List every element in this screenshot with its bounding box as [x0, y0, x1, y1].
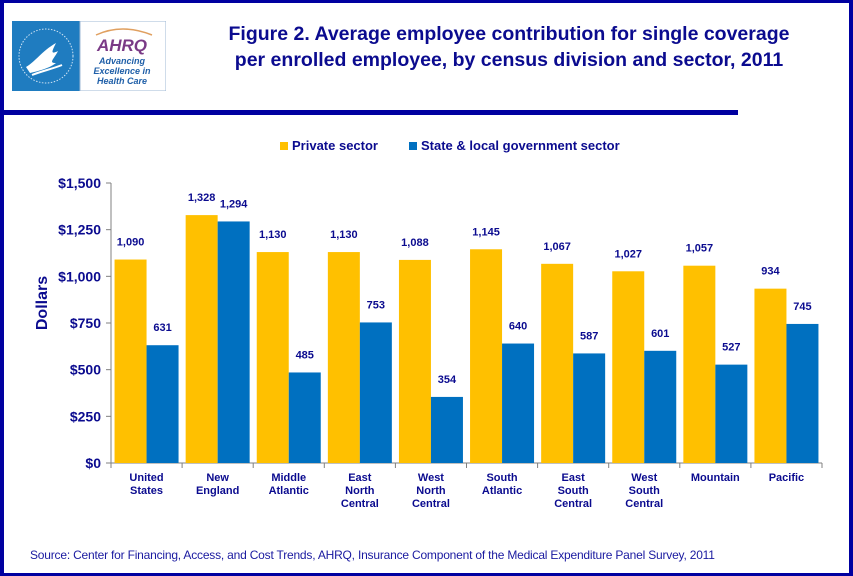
bar-government	[715, 364, 748, 463]
bar-private	[327, 252, 360, 463]
data-label-government: 587	[580, 330, 598, 342]
y-tick-label: $750	[70, 315, 101, 331]
x-tick-label: South	[486, 472, 517, 484]
x-tick-label: West	[418, 472, 444, 484]
x-tick-label: Central	[554, 498, 592, 510]
data-label-private: 1,145	[472, 226, 500, 238]
bar-government	[288, 372, 321, 463]
bar-government	[644, 350, 677, 463]
bar-government	[217, 221, 250, 463]
data-label-private: 934	[761, 266, 780, 278]
data-label-government: 745	[793, 301, 811, 313]
bar-private	[754, 288, 787, 463]
data-label-government: 753	[367, 299, 385, 311]
bar-private	[256, 252, 289, 463]
x-tick-label: Pacific	[769, 472, 804, 484]
data-label-private: 1,057	[686, 243, 714, 255]
bar-government	[502, 343, 535, 463]
data-label-government: 1,294	[220, 198, 248, 210]
bar-government	[359, 322, 392, 463]
legend-swatch-private	[280, 142, 288, 150]
bar-government	[573, 353, 606, 463]
data-label-government: 631	[153, 322, 171, 334]
x-tick-label: Central	[625, 498, 663, 510]
figure-frame: AHRQ Advancing Excellence in Health Care…	[4, 3, 849, 573]
x-tick-label: England	[196, 485, 239, 497]
bar-private	[114, 259, 147, 463]
data-label-government: 527	[722, 342, 740, 354]
bar-private	[683, 265, 716, 463]
bar-private	[470, 249, 503, 463]
x-tick-label: East	[562, 472, 586, 484]
x-tick-label: South	[558, 485, 589, 497]
bar-private	[398, 259, 431, 463]
x-tick-label: Atlantic	[482, 485, 522, 497]
data-label-private: 1,130	[259, 229, 287, 241]
y-tick-label: $1,250	[58, 222, 101, 238]
source-note: Source: Center for Financing, Access, an…	[30, 548, 715, 562]
y-axis-title: Dollars	[34, 276, 51, 330]
data-label-private: 1,130	[330, 229, 358, 241]
x-tick-label: North	[345, 485, 375, 497]
x-tick-label: Central	[341, 498, 379, 510]
legend-label-private: Private sector	[292, 138, 378, 153]
bar-chart: Private sector State & local government …	[34, 138, 823, 510]
x-tick-label: Atlantic	[269, 485, 309, 497]
x-tick-label: States	[130, 485, 163, 497]
x-tick-label: Middle	[271, 472, 306, 484]
data-label-private: 1,090	[117, 237, 145, 249]
data-label-private: 1,328	[188, 192, 216, 204]
x-tick-label: Central	[412, 498, 450, 510]
bar-government	[430, 396, 463, 463]
y-tick-label: $0	[85, 455, 101, 471]
data-label-private: 1,088	[401, 237, 429, 249]
y-tick-label: $1,000	[58, 268, 101, 284]
data-label-government: 601	[651, 328, 669, 340]
x-tick-label: North	[416, 485, 446, 497]
x-tick-label: United	[129, 472, 163, 484]
legend-swatch-government	[409, 142, 417, 150]
data-label-private: 1,067	[543, 241, 571, 253]
chart-legend: Private sector State & local government …	[280, 138, 620, 153]
x-tick-label: Mountain	[691, 472, 740, 484]
bar-government	[786, 323, 819, 463]
bar-private	[185, 215, 218, 463]
bar-private	[541, 263, 574, 463]
data-label-government: 640	[509, 321, 527, 333]
y-tick-label: $500	[70, 362, 101, 378]
bar-government	[146, 345, 179, 463]
y-tick-label: $1,500	[58, 175, 101, 191]
data-label-private: 1,027	[614, 248, 642, 260]
y-tick-label: $250	[70, 408, 101, 424]
data-label-government: 354	[438, 374, 457, 386]
x-tick-label: South	[629, 485, 660, 497]
data-label-government: 485	[296, 349, 314, 361]
x-tick-label: West	[631, 472, 657, 484]
x-tick-label: New	[206, 472, 229, 484]
bar-private	[612, 271, 645, 463]
x-tick-label: East	[348, 472, 372, 484]
legend-label-government: State & local government sector	[421, 138, 620, 153]
x-axis-labels: UnitedStatesNewEnglandMiddleAtlanticEast…	[129, 472, 804, 510]
